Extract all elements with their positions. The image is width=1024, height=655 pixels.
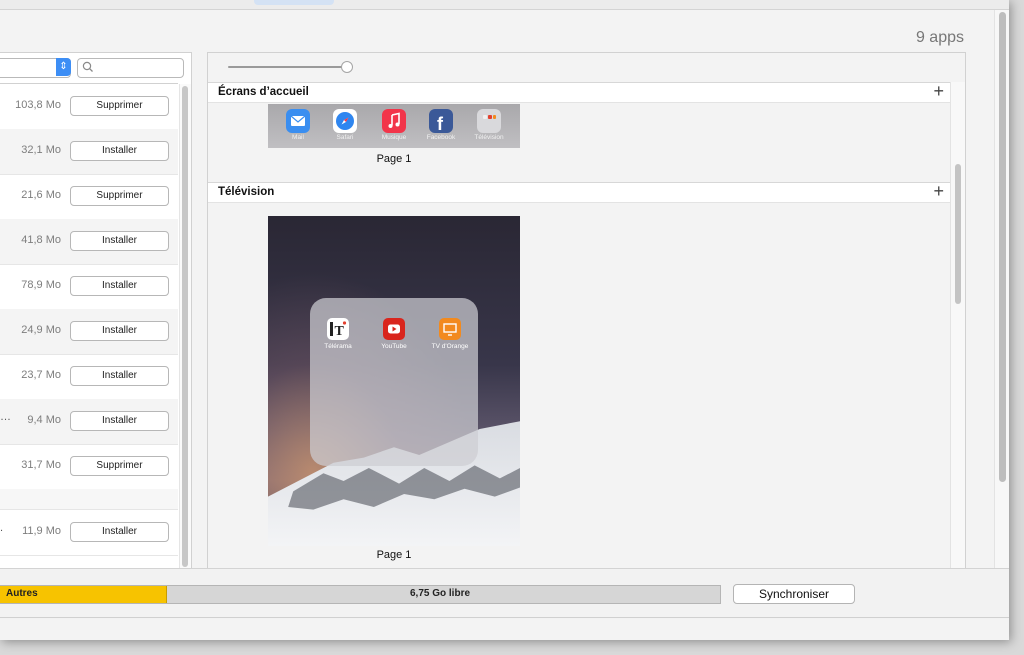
list-item: 31,7 Mo Supprimer [0,444,178,490]
app-label: Musique [381,134,407,141]
dock-app[interactable]: f Facebook [421,109,461,141]
zoom-slider-track[interactable] [228,66,348,68]
list-scrollbar[interactable] [179,84,191,569]
storage-others-segment: Autres [0,586,167,603]
bottom-bar: Autres 6,75 Go libre Synchroniser [0,568,1009,619]
app-action-button[interactable]: Supprimer [70,96,169,116]
app-folder[interactable]: T Télérama YouTube TV d'Orange [310,298,478,466]
app-label: Facebook [426,134,456,141]
television-header: Télévision + [208,181,950,203]
folder-app[interactable]: T Télérama [313,318,363,350]
storage-capacity-bar: Autres 6,75 Go libre [0,585,721,604]
add-page-icon[interactable]: + [933,81,944,102]
dock-app[interactable]: Mail [278,109,318,141]
app-size: 11,9 Mo [22,525,61,537]
list-item: . 11,9 Mo Installer [0,510,178,556]
list-item: 32,1 Mo Installer [0,129,178,175]
television-title: Télévision [218,186,275,198]
storage-free-label: 6,75 Go libre [410,588,471,599]
youtube-icon [383,318,405,340]
app-action-button[interactable]: Installer [70,411,169,431]
app-size: 31,7 Mo [21,459,61,471]
window-bottom-divider [0,617,1009,618]
apps-list: 103,8 Mo Supprimer 32,1 Mo Installer 21,… [0,84,178,569]
television-page-thumbnail[interactable]: T Télérama YouTube TV d'Orange [268,216,520,546]
list-item: 24,9 Mo Installer [0,309,178,355]
sort-select[interactable]: ⇕ [0,58,71,78]
page-label: Page 1 [376,549,412,561]
svg-text:f: f [437,114,444,133]
selected-tab-indicator[interactable] [254,0,334,5]
app-size: 32,1 Mo [21,144,61,156]
list-item: 78,9 Mo Installer [0,264,178,310]
list-group-separator [0,489,178,510]
telerama-icon: T [327,318,349,340]
app-label: Télérama [324,343,352,350]
pane-scrollbar[interactable] [950,82,965,569]
app-size: 103,8 Mo [15,99,61,111]
home-screens-area: Mail Safari Musique f Facebook Télévisio… [208,103,950,180]
itunes-window: 9 apps ⇕ 103,8 Mo Supprimer 32,1 Mo Inst… [0,0,1009,640]
app-size: 24,9 Mo [21,324,61,336]
folder-app[interactable]: YouTube [369,318,419,350]
pane-scrollbar-thumb[interactable] [955,164,961,304]
search-input[interactable] [77,58,184,78]
app-action-button[interactable]: Supprimer [70,186,169,206]
storage-others-label: Autres [6,588,38,599]
safari-icon [333,109,357,133]
home-screens-header: Écrans d’accueil + [208,81,950,103]
music-icon [382,109,406,133]
sync-button[interactable]: Synchroniser [733,584,855,604]
app-size: 23,7 Mo [21,369,61,381]
app-action-button[interactable]: Installer [70,276,169,296]
zoom-slider[interactable] [228,60,354,74]
home-screen-pane: Écrans d’accueil + Mail Safari Musique f… [207,52,966,569]
folder-icon [477,109,501,133]
window-scrollbar[interactable] [994,10,1009,570]
list-item: 41,8 Mo Installer [0,219,178,265]
list-item: 21,6 Mo Supprimer [0,174,178,220]
toolbar-strip [0,0,1009,10]
orange-tv-icon [439,318,461,340]
list-scrollbar-thumb[interactable] [182,86,188,567]
search-icon [82,61,94,76]
zoom-slider-knob[interactable] [341,61,353,73]
app-size: 41,8 Mo [21,234,61,246]
mail-icon [286,109,310,133]
app-action-button[interactable]: Installer [70,141,169,161]
dock-app[interactable]: Musique [374,109,414,141]
app-count: 9 apps [915,29,964,46]
app-label: Safari [336,134,354,141]
home-screens-title: Écrans d’accueil [218,86,309,98]
svg-text:T: T [335,324,345,339]
app-label: Mail [292,134,304,141]
page-label: Page 1 [376,153,412,165]
app-action-button[interactable]: Installer [70,366,169,386]
list-item: 103,8 Mo Supprimer [0,84,178,130]
truncation-mark: . [0,522,4,534]
window-scrollbar-thumb[interactable] [999,12,1006,482]
home-page-thumbnail[interactable]: Mail Safari Musique f Facebook Télévisio… [268,104,520,148]
app-action-button[interactable]: Installer [70,522,169,542]
app-size: 9,4 Mo [27,414,61,426]
list-item: 23,7 Mo Installer [0,354,178,400]
truncation-mark: … [0,411,11,423]
chevron-updown-icon[interactable]: ⇕ [56,58,71,76]
app-label: TV d'Orange [431,343,469,350]
app-action-button[interactable]: Installer [70,231,169,251]
app-size: 21,6 Mo [21,189,61,201]
app-size: 78,9 Mo [21,279,61,291]
list-item: … 9,4 Mo Installer [0,399,178,445]
dock-app[interactable]: Télévision [469,109,509,141]
facebook-icon: f [429,109,453,134]
dock-app[interactable]: Safari [325,109,365,141]
television-area: T Télérama YouTube TV d'Orange Page 1 [208,203,950,569]
app-label: Télévision [474,134,504,141]
app-action-button[interactable]: Supprimer [70,456,169,476]
app-label: YouTube [381,343,407,350]
apps-list-panel: ⇕ 103,8 Mo Supprimer 32,1 Mo Installer 2… [0,52,192,569]
add-page-icon[interactable]: + [933,181,944,202]
folder-app[interactable]: TV d'Orange [425,318,475,350]
app-action-button[interactable]: Installer [70,321,169,341]
